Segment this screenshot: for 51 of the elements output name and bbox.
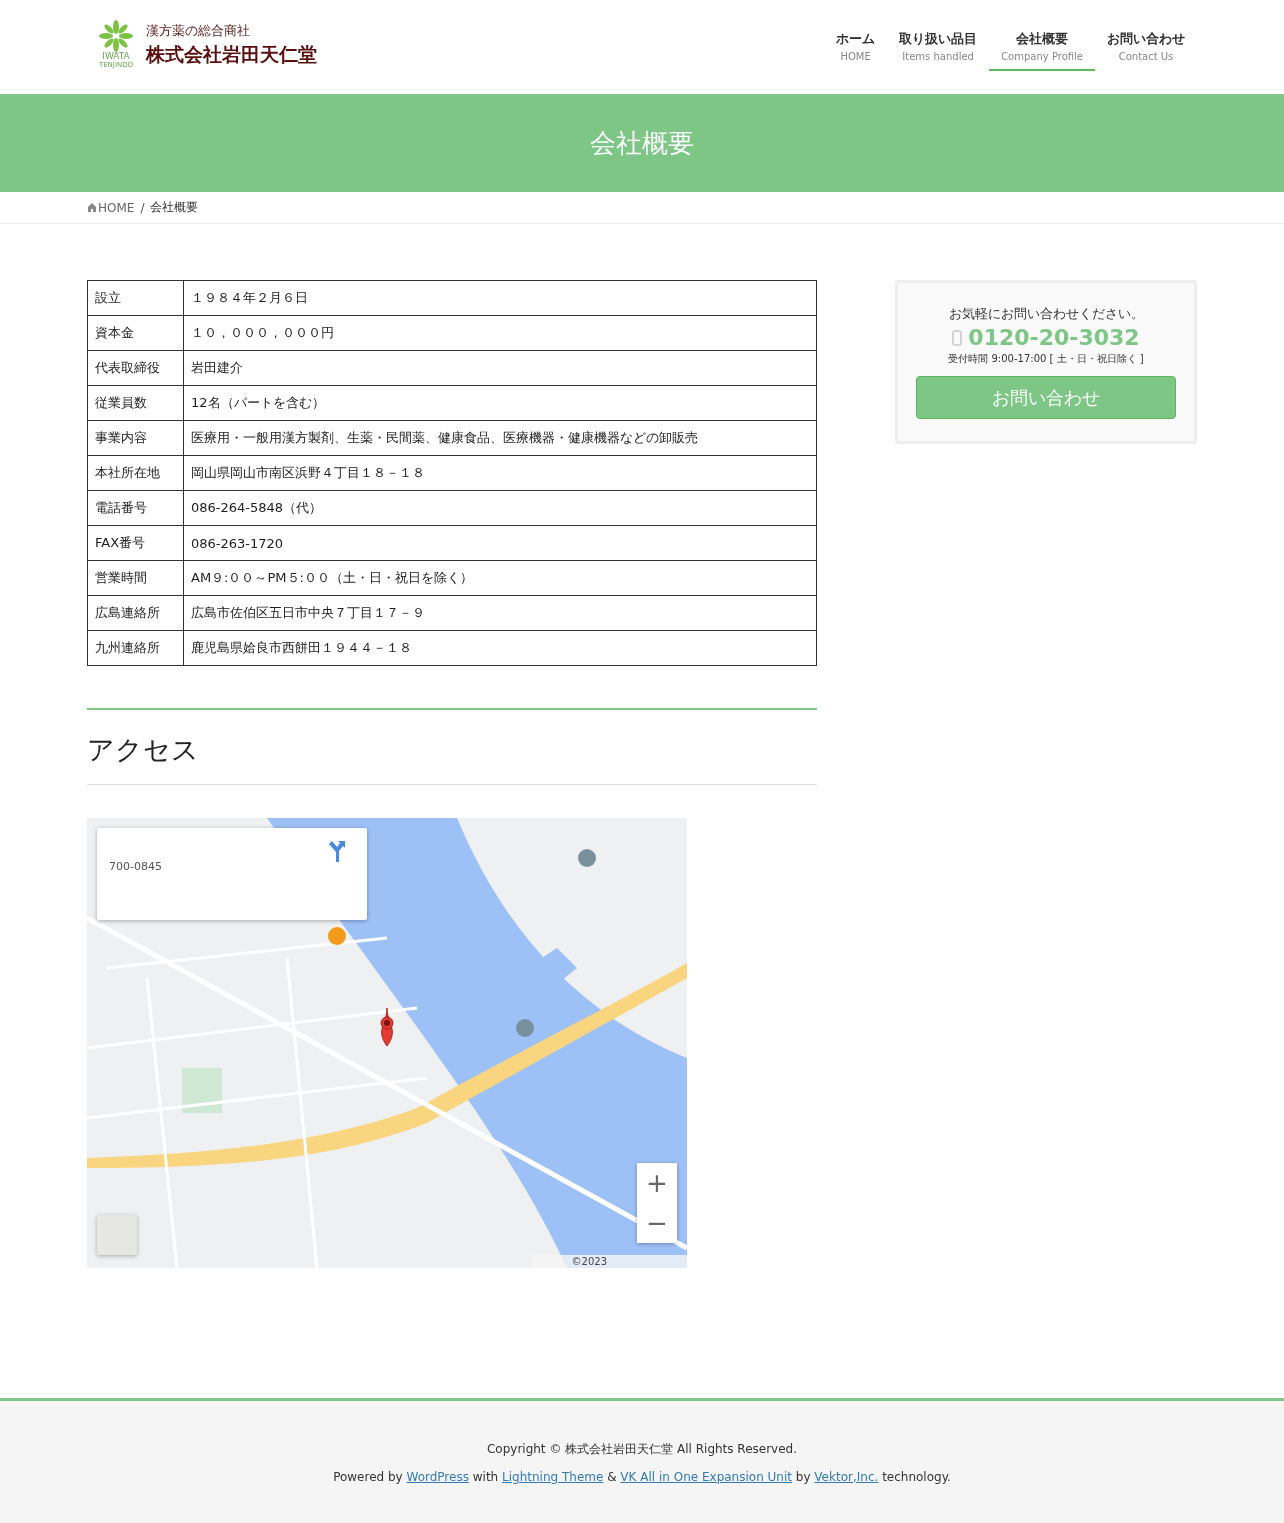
- table-header-cell: FAX番号: [87, 525, 184, 561]
- table-cell: 086-264-5848（代）: [183, 490, 817, 526]
- table-header-cell: 代表取締役: [87, 350, 184, 386]
- nav-item[interactable]: 会社概要 Company Profile: [989, 24, 1095, 71]
- breadcrumb-link[interactable]: HOME: [88, 200, 135, 215]
- map[interactable]: 700-0845 + − ©2023: [87, 818, 687, 1268]
- nav-item[interactable]: ホーム HOME: [824, 24, 888, 71]
- breadcrumb-current: 会社概要: [150, 199, 199, 216]
- section-heading: アクセス: [87, 708, 817, 785]
- footer-link[interactable]: Vektor,Inc.: [814, 1469, 879, 1484]
- table-header-cell: 本社所在地: [87, 455, 184, 491]
- map-attribution: ©2023: [531, 1255, 687, 1268]
- table-cell: 鹿児島県姶良市西餅田１９４４－１８: [183, 630, 817, 666]
- powered-by-text: Powered by WordPress with Lightning Theme & VK All in One Expansion Unit by Vektor,Inc. technology.: [333, 1469, 951, 1484]
- table-header-cell: 資本金: [87, 315, 184, 351]
- zoom-out-button[interactable]: −: [637, 1203, 677, 1243]
- table-cell: １０，０００，０００円: [183, 315, 817, 351]
- company-name: 株式会社岩田天仁堂: [146, 41, 317, 67]
- nav-item[interactable]: お問い合わせ Contact Us: [1095, 24, 1197, 71]
- business-hours: 受付時間 9:00-17:00 [ 土・日・祝日除く ]: [947, 352, 1145, 366]
- address-text: 700-0845: [109, 860, 162, 873]
- copyright-text: Copyright © 株式会社岩田天仁堂 All Rights Reserved.: [486, 1440, 798, 1458]
- table-header-cell: 事業内容: [87, 420, 184, 456]
- table-header-cell: 九州連絡所: [87, 630, 184, 666]
- table-header-cell: 営業時間: [87, 560, 184, 596]
- leaf-icon: [99, 20, 133, 52]
- logo-tagline: 漢方薬の総合商社: [146, 21, 251, 40]
- table-header-cell: 従業員数: [87, 385, 184, 421]
- table-cell: 医療用・一般用漢方製剤、生薬・民間薬、健康食品、医療機器・健康機器などの卸販売: [183, 420, 817, 456]
- footer-link[interactable]: WordPress: [406, 1469, 469, 1484]
- table-cell: １９８４年２月６日: [183, 280, 817, 316]
- zoom-in-button[interactable]: +: [637, 1163, 677, 1203]
- directions-icon[interactable]: [327, 840, 347, 862]
- phone-icon: [952, 329, 963, 346]
- table-header-cell: 広島連絡所: [87, 595, 184, 631]
- footer-link[interactable]: Lightning Theme: [502, 1469, 604, 1484]
- table-header-cell: 設立: [87, 280, 184, 316]
- table-header-cell: 電話番号: [87, 490, 184, 526]
- breadcrumb-separator: /: [140, 200, 145, 215]
- home-icon: [88, 203, 96, 212]
- footer-link[interactable]: VK All in One Expansion Unit: [620, 1469, 792, 1484]
- table-cell: 12名（パートを含む）: [183, 385, 817, 421]
- contact-lead: お気軽にお問い合わせください。: [947, 305, 1145, 323]
- table-cell: AM９:００～PM５:００（土・日・祝日を除く）: [183, 560, 817, 596]
- table-cell: 086-263-1720: [183, 525, 817, 561]
- table-cell: 広島市佐伯区五日市中央７丁目１７－９: [183, 595, 817, 631]
- table-cell: 岡山県岡山市南区浜野４丁目１８－１８: [183, 455, 817, 491]
- logo-text: IWATA: [102, 52, 130, 61]
- page-title: 会社概要: [590, 126, 694, 160]
- nav-item[interactable]: 取り扱い品目 Items handled: [887, 24, 990, 71]
- table-cell: 岩田建介: [183, 350, 817, 386]
